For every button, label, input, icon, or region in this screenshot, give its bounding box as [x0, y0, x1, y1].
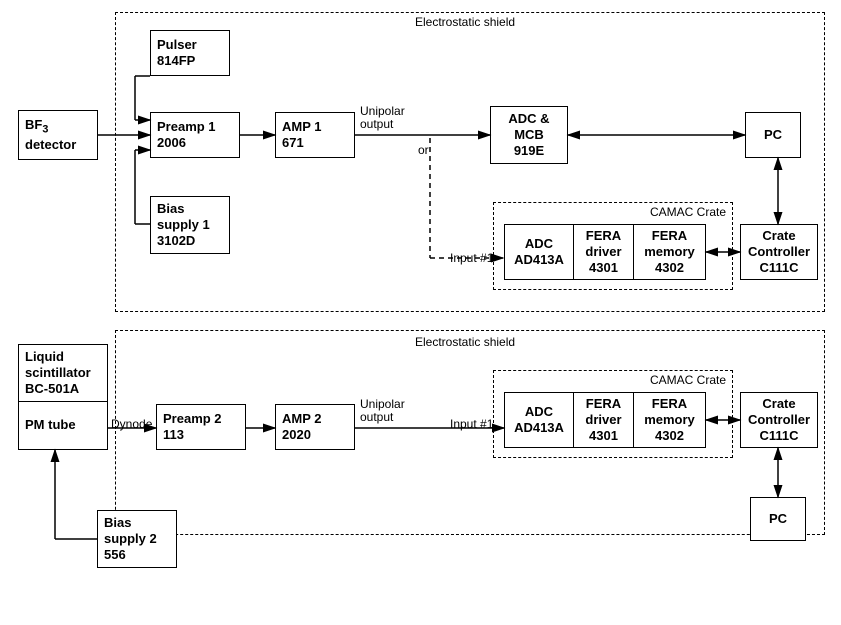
fdrv-b-l1: FERA	[586, 396, 621, 412]
bias2: Bias supply 2 556	[97, 510, 177, 568]
fera-driver-top-l3: 4301	[589, 260, 618, 276]
amp2-l1: AMP 2	[282, 411, 348, 427]
adc-mcb: ADC & MCB 919E	[490, 106, 568, 164]
fmem-b-l1: FERA	[652, 396, 687, 412]
bottom-shield-label: Electrostatic shield	[415, 336, 515, 349]
cc-b-l1: Crate	[762, 396, 795, 412]
pulser: Pulser 814FP	[150, 30, 230, 76]
bias2-l1: Bias	[104, 515, 170, 531]
amp1-l1: AMP 1	[282, 119, 348, 135]
pc-top-label: PC	[764, 127, 782, 143]
liq-l3: BC-501A	[25, 381, 101, 397]
liquid-scintillator: Liquid scintillator BC-501A	[18, 344, 108, 402]
fera-driver-top: FERA driver 4301	[574, 224, 634, 280]
pc-top: PC	[745, 112, 801, 158]
top-unipolar-label: Unipolaroutput	[360, 105, 405, 131]
crate-ctrl-bottom: Crate Controller C111C	[740, 392, 818, 448]
bias1-l3: 3102D	[157, 233, 223, 249]
fera-memory-top-l2: memory	[644, 244, 695, 260]
adc413-top: ADC AD413A	[504, 224, 574, 280]
cc-b-l3: C111C	[759, 428, 798, 444]
camac-bottom-label: CAMAC Crate	[650, 374, 726, 387]
fera-memory-top-l3: 4302	[655, 260, 684, 276]
liq-l2: scintillator	[25, 365, 101, 381]
amp2: AMP 2 2020	[275, 404, 355, 450]
pc-bottom-label: PC	[769, 511, 787, 527]
bias1-l2: supply 1	[157, 217, 223, 233]
bias1: Bias supply 1 3102D	[150, 196, 230, 254]
preamp2-l1: Preamp 2	[163, 411, 239, 427]
pulser-l2: 814FP	[157, 53, 223, 69]
amp1: AMP 1 671	[275, 112, 355, 158]
pc-bottom: PC	[750, 497, 806, 541]
amp1-l2: 671	[282, 135, 348, 151]
bottom-unipolar: Unipolaroutput	[360, 398, 405, 424]
adc-mcb-l2: MCB	[514, 127, 544, 143]
pm-tube: PM tube	[18, 402, 108, 450]
camac-top-label: CAMAC Crate	[650, 206, 726, 219]
adc413-top-l2: AD413A	[514, 252, 564, 268]
preamp1: Preamp 1 2006	[150, 112, 240, 158]
bf3-detector: BF3 detector	[18, 110, 98, 160]
adc413-b-l1: ADC	[525, 404, 553, 420]
pm-tube-label: PM tube	[25, 417, 101, 433]
preamp1-l1: Preamp 1	[157, 119, 233, 135]
fdrv-b-l2: driver	[585, 412, 621, 428]
adc413-top-l1: ADC	[525, 236, 553, 252]
fera-driver-bottom: FERA driver 4301	[574, 392, 634, 448]
preamp2-l2: 113	[163, 427, 239, 443]
top-input1: Input #1	[450, 252, 493, 265]
top-shield-label: Electrostatic shield	[415, 16, 515, 29]
bottom-input1: Input #1	[450, 418, 493, 431]
fera-memory-top-l1: FERA	[652, 228, 687, 244]
dynode-label: Dynode	[111, 418, 152, 431]
cc-b-l2: Controller	[748, 412, 810, 428]
adc-mcb-l3: 919E	[514, 143, 544, 159]
preamp2: Preamp 2 113	[156, 404, 246, 450]
fera-driver-top-l1: FERA	[586, 228, 621, 244]
pulser-l1: Pulser	[157, 37, 223, 53]
bias2-l2: supply 2	[104, 531, 170, 547]
fera-memory-bottom: FERA memory 4302	[634, 392, 706, 448]
adc-mcb-l1: ADC &	[508, 111, 549, 127]
fera-memory-top: FERA memory 4302	[634, 224, 706, 280]
crate-ctrl-top-l3: C111C	[759, 260, 798, 276]
crate-ctrl-top-l1: Crate	[762, 228, 795, 244]
adc413-b-l2: AD413A	[514, 420, 564, 436]
top-or-label: or	[418, 144, 429, 157]
fmem-b-l3: 4302	[655, 428, 684, 444]
crate-ctrl-top: Crate Controller C111C	[740, 224, 818, 280]
crate-ctrl-top-l2: Controller	[748, 244, 810, 260]
bias1-l1: Bias	[157, 201, 223, 217]
adc413-bottom: ADC AD413A	[504, 392, 574, 448]
bf3-line1: BF3	[25, 117, 91, 137]
liq-l1: Liquid	[25, 349, 101, 365]
bias2-l3: 556	[104, 547, 170, 563]
amp2-l2: 2020	[282, 427, 348, 443]
fera-driver-top-l2: driver	[585, 244, 621, 260]
bf3-line2: detector	[25, 137, 91, 153]
fmem-b-l2: memory	[644, 412, 695, 428]
preamp1-l2: 2006	[157, 135, 233, 151]
fdrv-b-l3: 4301	[589, 428, 618, 444]
